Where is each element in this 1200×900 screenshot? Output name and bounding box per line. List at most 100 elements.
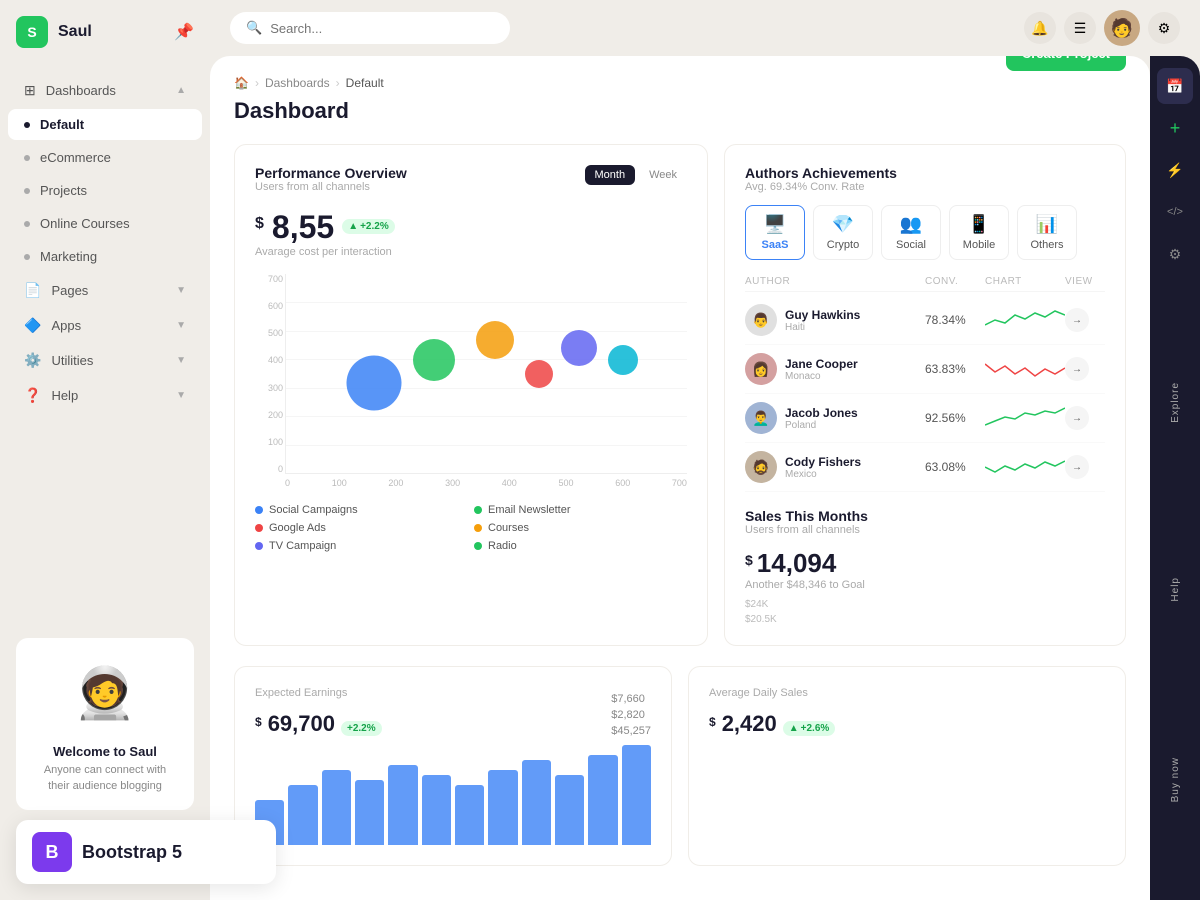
expected-earnings: Expected Earnings $ 69,700 +2.2% bbox=[255, 687, 595, 737]
pin-icon[interactable]: 📌 bbox=[174, 22, 194, 42]
add-icon[interactable]: + bbox=[1157, 110, 1193, 146]
gear-icon[interactable]: ⚙ bbox=[1157, 236, 1193, 272]
bubble-chart-container: 700 600 500 400 300 200 100 0 bbox=[255, 274, 687, 492]
tab-saas[interactable]: 🖥️ SaaS bbox=[745, 205, 805, 260]
calendar-icon[interactable]: 📅 bbox=[1157, 68, 1193, 104]
author-info-jacob: 👨‍🦱 Jacob Jones Poland bbox=[745, 402, 925, 434]
col-view: VIEW bbox=[1065, 276, 1105, 287]
conv-rate-jacob: 92.56% bbox=[925, 411, 985, 425]
app-logo: S bbox=[16, 16, 48, 48]
bubble-tv bbox=[561, 330, 597, 366]
social-icon: 👥 bbox=[900, 214, 922, 235]
bolt-icon[interactable]: ⚡ bbox=[1157, 152, 1193, 188]
performance-card: Performance Overview Users from all chan… bbox=[234, 144, 708, 646]
content: 🏠 › Dashboards › Default Dashboard Creat… bbox=[210, 56, 1150, 900]
legend-dot-courses bbox=[474, 524, 482, 532]
earnings-label: Expected Earnings bbox=[255, 687, 595, 699]
tab-others[interactable]: 📊 Others bbox=[1017, 205, 1077, 260]
help-label[interactable]: Help bbox=[1170, 577, 1181, 602]
sidebar-item-help[interactable]: ❓ Help ▼ bbox=[8, 379, 202, 412]
chevron-icon: ▲ bbox=[176, 85, 186, 96]
breadcrumb-home[interactable]: 🏠 bbox=[234, 76, 249, 90]
chevron-icon: ▼ bbox=[176, 355, 186, 366]
sidebar-label-help: Help bbox=[51, 388, 78, 403]
sidebar-item-projects[interactable]: Projects bbox=[8, 175, 202, 206]
legend-google: Google Ads bbox=[255, 522, 468, 534]
performance-badge: ▲ +2.2% bbox=[342, 219, 395, 234]
notifications-icon[interactable]: 🔔 bbox=[1024, 12, 1056, 44]
period-month-button[interactable]: Month bbox=[585, 165, 636, 185]
dot-icon bbox=[24, 221, 30, 227]
avatar-jacob: 👨‍🦱 bbox=[745, 402, 777, 434]
tab-mobile[interactable]: 📱 Mobile bbox=[949, 205, 1009, 260]
sidebar-nav: ⊞ Dashboards ▲ Default eCommerce Project… bbox=[0, 64, 210, 622]
earnings-badge: +2.2% bbox=[341, 721, 382, 736]
sidebar-label-default: Default bbox=[40, 117, 84, 132]
search-input[interactable] bbox=[270, 21, 494, 36]
sparkline-jane bbox=[985, 354, 1065, 384]
bubble-email bbox=[413, 339, 455, 381]
table-row: 🧔 Cody Fishers Mexico 63.08% bbox=[745, 443, 1105, 492]
sidebar-item-ecommerce[interactable]: eCommerce bbox=[8, 142, 202, 173]
avatar-jane: 👩 bbox=[745, 353, 777, 385]
create-project-button[interactable]: Create Project bbox=[1006, 56, 1126, 71]
bootstrap-icon: B bbox=[32, 832, 72, 872]
col-author: AUTHOR bbox=[745, 276, 925, 287]
tab-crypto-label: Crypto bbox=[827, 239, 859, 251]
tab-crypto[interactable]: 💎 Crypto bbox=[813, 205, 873, 260]
author-info-guy: 👨 Guy Hawkins Haiti bbox=[745, 304, 925, 336]
view-button-jane[interactable]: → bbox=[1065, 357, 1089, 381]
search-icon: 🔍 bbox=[246, 20, 262, 36]
performance-card-header: Performance Overview Users from all chan… bbox=[255, 165, 687, 205]
settings-icon[interactable]: ⚙ bbox=[1148, 12, 1180, 44]
sidebar-item-apps[interactable]: 🔷 Apps ▼ bbox=[8, 309, 202, 342]
sidebar-item-utilities[interactable]: ⚙️ Utilities ▼ bbox=[8, 344, 202, 377]
sidebar-item-default[interactable]: Default bbox=[8, 109, 202, 140]
bar-chart bbox=[255, 745, 651, 845]
view-button-cody[interactable]: → bbox=[1065, 455, 1089, 479]
legend-dot-google bbox=[255, 524, 263, 532]
search-box[interactable]: 🔍 bbox=[230, 12, 510, 44]
sidebar-item-marketing[interactable]: Marketing bbox=[8, 241, 202, 272]
sidebar: S Saul 📌 ⊞ Dashboards ▲ Default eCommerc… bbox=[0, 0, 210, 900]
legend-radio: Radio bbox=[474, 540, 687, 552]
menu-icon[interactable]: ☰ bbox=[1064, 12, 1096, 44]
sidebar-item-dashboards[interactable]: ⊞ Dashboards ▲ bbox=[8, 74, 202, 107]
dashboards-icon: ⊞ bbox=[24, 82, 36, 99]
daily-sales-label: Average Daily Sales bbox=[709, 687, 1105, 699]
tab-social[interactable]: 👥 Social bbox=[881, 205, 941, 260]
sales-section: Sales This Months Users from all channel… bbox=[745, 508, 1105, 625]
bar-3 bbox=[322, 770, 351, 845]
bar-5 bbox=[388, 765, 417, 845]
view-button-jacob[interactable]: → bbox=[1065, 406, 1089, 430]
sidebar-item-online-courses[interactable]: Online Courses bbox=[8, 208, 202, 239]
period-week-button[interactable]: Week bbox=[639, 165, 687, 185]
dot-icon bbox=[24, 155, 30, 161]
sidebar-label-marketing: Marketing bbox=[40, 249, 97, 264]
user-avatar[interactable]: 🧑 bbox=[1104, 10, 1140, 46]
apps-icon: 🔷 bbox=[24, 317, 41, 334]
author-name-cody: Cody Fishers bbox=[785, 455, 861, 469]
sidebar-label-projects: Projects bbox=[40, 183, 87, 198]
legend-social: Social Campaigns bbox=[255, 504, 468, 516]
col-chart: CHART bbox=[985, 276, 1065, 287]
code-icon[interactable]: </> bbox=[1157, 194, 1193, 230]
authors-table-header: AUTHOR CONV. CHART VIEW bbox=[745, 272, 1105, 292]
sidebar-label-apps: Apps bbox=[51, 318, 81, 333]
pages-icon: 📄 bbox=[24, 282, 41, 299]
others-icon: 📊 bbox=[1036, 214, 1058, 235]
sidebar-item-pages[interactable]: 📄 Pages ▼ bbox=[8, 274, 202, 307]
legend-dot-tv bbox=[255, 542, 263, 550]
welcome-title: Welcome to Saul bbox=[32, 744, 178, 759]
author-tabs: 🖥️ SaaS 💎 Crypto 👥 Social bbox=[745, 205, 1105, 260]
bubble-google bbox=[476, 321, 514, 359]
mobile-icon: 📱 bbox=[968, 214, 990, 235]
breadcrumb-dashboards[interactable]: Dashboards bbox=[265, 76, 330, 90]
author-info-jane: 👩 Jane Cooper Monaco bbox=[745, 353, 925, 385]
bottom-row: Expected Earnings $ 69,700 +2.2% $7,660 … bbox=[234, 666, 1126, 866]
sales-amount: $ 14,094 bbox=[745, 548, 1105, 579]
app-name: Saul bbox=[58, 23, 92, 41]
buy-now-label[interactable]: Buy now bbox=[1170, 757, 1181, 802]
explore-label[interactable]: Explore bbox=[1170, 382, 1181, 423]
view-button-guy[interactable]: → bbox=[1065, 308, 1089, 332]
